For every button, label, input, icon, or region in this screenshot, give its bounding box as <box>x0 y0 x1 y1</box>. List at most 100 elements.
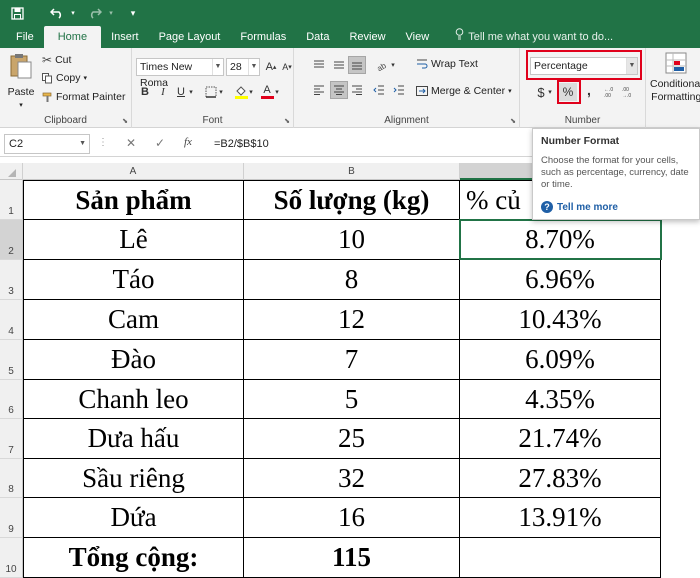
row-header[interactable]: 7 <box>0 419 23 459</box>
tab-formulas[interactable]: Formulas <box>230 26 296 48</box>
cell-a4[interactable]: Cam <box>23 300 244 340</box>
cell-c5[interactable]: 6.09% <box>460 340 661 380</box>
cell-c3[interactable]: 6.96% <box>460 260 661 300</box>
cell-b9[interactable]: 16 <box>244 498 460 538</box>
increase-decimal-button[interactable]: ←.0.00 <box>602 83 620 101</box>
decrease-indent-button[interactable] <box>370 81 388 99</box>
cell-c6[interactable]: 4.35% <box>460 380 661 419</box>
font-launcher-icon[interactable]: ⬊ <box>284 117 290 125</box>
accounting-dropdown-icon[interactable]: ▾ <box>546 83 554 101</box>
tab-review[interactable]: Review <box>339 26 395 48</box>
undo-dropdown-icon[interactable]: ▾ <box>68 3 78 23</box>
active-cell-c2[interactable] <box>459 219 662 260</box>
row-header[interactable]: 5 <box>0 340 23 380</box>
align-left-button[interactable] <box>310 81 328 99</box>
row-header[interactable]: 9 <box>0 498 23 538</box>
row-header[interactable]: 1 <box>0 180 23 220</box>
comma-style-button[interactable]: , <box>580 81 598 99</box>
cell-a5[interactable]: Đào <box>23 340 244 380</box>
cell-a10[interactable]: Tổng cộng: <box>23 538 244 578</box>
alignment-launcher-icon[interactable]: ⬊ <box>510 117 516 125</box>
insert-function-icon[interactable]: fx <box>184 136 192 148</box>
cell-b10[interactable]: 115 <box>244 538 460 578</box>
cell-c8[interactable]: 27.83% <box>460 459 661 498</box>
underline-dropdown-icon[interactable]: ▾ <box>187 83 195 101</box>
tab-insert[interactable]: Insert <box>101 26 149 48</box>
cancel-icon[interactable]: ✕ <box>126 136 136 150</box>
tell-me-more-link[interactable]: ? Tell me more <box>541 201 691 213</box>
font-color-dropdown-icon[interactable]: ▾ <box>273 83 281 101</box>
decrease-decimal-button[interactable]: .00 →.0 <box>620 83 638 101</box>
formula-input[interactable]: =B2/$B$10 <box>214 134 269 154</box>
borders-dropdown-icon[interactable]: ▾ <box>217 83 225 101</box>
name-box-dropdown-icon[interactable]: ▼ <box>79 135 86 153</box>
align-top-button[interactable] <box>310 56 328 74</box>
cell-b6[interactable]: 5 <box>244 380 460 419</box>
name-box[interactable]: C2 ▼ <box>4 134 90 154</box>
align-bottom-button[interactable] <box>348 56 366 74</box>
cell-a9[interactable]: Dứa <box>23 498 244 538</box>
cut-button[interactable]: ✂ Cut <box>42 53 71 67</box>
select-all-corner[interactable] <box>0 163 23 180</box>
font-size-arrow-icon: ▼ <box>248 59 259 75</box>
paste-label: Paste <box>7 86 35 98</box>
tell-me-search[interactable]: Tell me what you want to do... <box>455 26 613 48</box>
customize-quick-access-icon[interactable]: ▾ <box>122 3 144 23</box>
cell-a8[interactable]: Sầu riêng <box>23 459 244 498</box>
row-header[interactable]: 2 <box>0 220 23 260</box>
tab-data[interactable]: Data <box>296 26 339 48</box>
save-icon[interactable] <box>6 3 28 23</box>
font-size-dropdown[interactable]: 28 ▼ <box>226 58 260 76</box>
align-center-button[interactable] <box>330 81 348 99</box>
conditional-formatting-button[interactable]: Conditional Formatting <box>650 52 700 103</box>
cell-b2[interactable]: 10 <box>244 220 460 260</box>
wrap-text-button[interactable]: Wrap Text <box>416 58 478 70</box>
copy-button[interactable]: Copy ▾ <box>42 72 87 84</box>
tab-home[interactable]: Home <box>43 26 102 48</box>
font-name-dropdown[interactable]: Times New Roma ▼ <box>136 58 224 89</box>
align-right-button[interactable] <box>348 81 366 99</box>
cell-b3[interactable]: 8 <box>244 260 460 300</box>
cell-a2[interactable]: Lê <box>23 220 244 260</box>
cell-a3[interactable]: Táo <box>23 260 244 300</box>
row-header[interactable]: 10 <box>0 538 23 578</box>
orientation-dropdown-icon[interactable]: ▾ <box>389 56 397 74</box>
cell-c7[interactable]: 21.74% <box>460 419 661 459</box>
redo-icon[interactable] <box>84 3 106 23</box>
cell-b5[interactable]: 7 <box>244 340 460 380</box>
increase-indent-button[interactable] <box>390 81 408 99</box>
cell-b8[interactable]: 32 <box>244 459 460 498</box>
undo-icon[interactable] <box>46 3 68 23</box>
cell-a1[interactable]: Sản phẩm <box>23 180 244 220</box>
cell-a6[interactable]: Chanh leo <box>23 380 244 419</box>
fill-color-dropdown-icon[interactable]: ▾ <box>247 83 255 101</box>
cell-c9[interactable]: 13.91% <box>460 498 661 538</box>
redo-dropdown-icon[interactable]: ▾ <box>106 3 116 23</box>
tab-view[interactable]: View <box>396 26 440 48</box>
cell-a7[interactable]: Dưa hấu <box>23 419 244 459</box>
merge-center-button[interactable]: Merge & Center ▾ <box>416 85 512 97</box>
tab-page-layout[interactable]: Page Layout <box>149 26 231 48</box>
column-header-b[interactable]: B <box>244 163 460 180</box>
row-header[interactable]: 3 <box>0 260 23 300</box>
cell-b4[interactable]: 12 <box>244 300 460 340</box>
column-header-a[interactable]: A <box>23 163 244 180</box>
row-header[interactable]: 4 <box>0 300 23 340</box>
formula-bar-options-icon[interactable]: ⋮ <box>98 137 108 148</box>
cell-c10[interactable] <box>460 538 661 578</box>
enter-icon[interactable]: ✓ <box>155 136 165 150</box>
tell-me-more-label: Tell me more <box>557 201 618 213</box>
cell-b7[interactable]: 25 <box>244 419 460 459</box>
paste-button[interactable]: Paste ▾ <box>6 52 36 109</box>
merge-center-icon <box>416 86 428 96</box>
align-middle-button[interactable] <box>330 56 348 74</box>
format-painter-button[interactable]: Format Painter <box>42 91 125 103</box>
tab-file[interactable]: File <box>6 26 44 48</box>
row-header[interactable]: 8 <box>0 459 23 498</box>
cell-c4[interactable]: 10.43% <box>460 300 661 340</box>
bold-button[interactable]: B <box>136 83 154 101</box>
row-header[interactable]: 6 <box>0 380 23 419</box>
clipboard-launcher-icon[interactable]: ⬊ <box>122 117 128 125</box>
cell-b1[interactable]: Số lượng (kg) <box>244 180 460 220</box>
italic-button[interactable]: I <box>154 83 172 101</box>
